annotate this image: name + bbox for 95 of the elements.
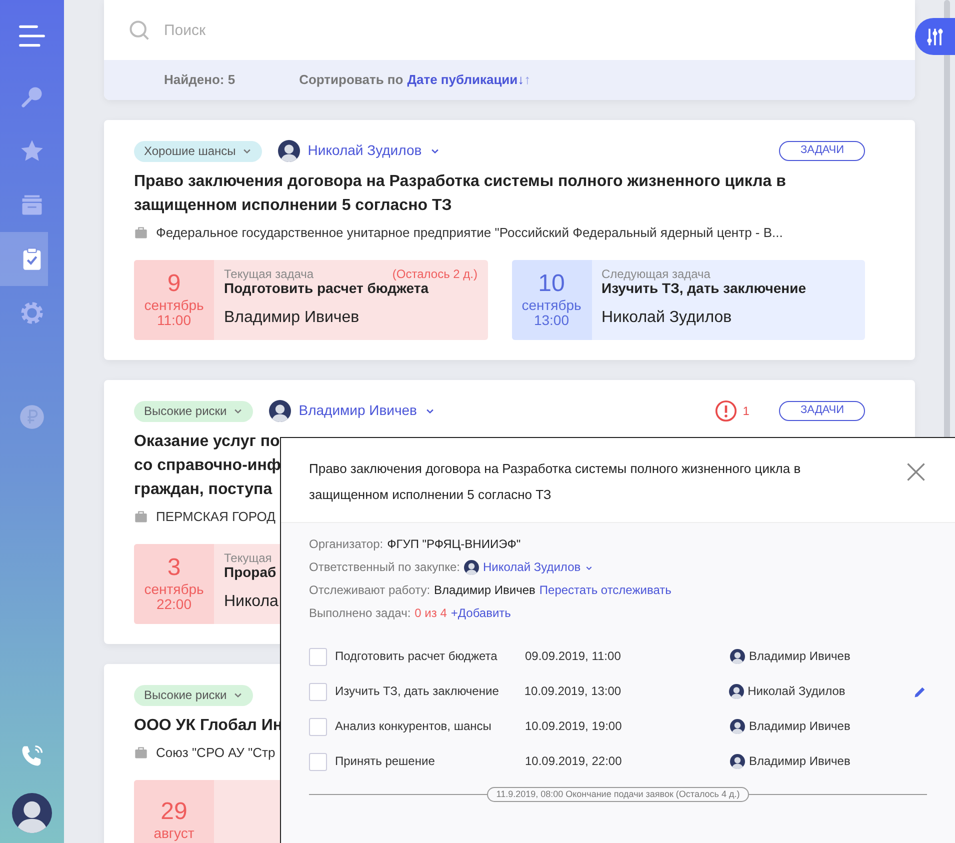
task-name: Изучить ТЗ, дать заключение	[335, 684, 500, 699]
task-assignee: Николай Зудилов	[748, 684, 846, 699]
task-assignee: Владимир Ивичев	[749, 719, 850, 734]
star-icon	[19, 138, 45, 164]
tasks-button[interactable]: ЗАДАЧИ	[779, 141, 865, 161]
task-panel[interactable]: 9 сентябрь 11:00 Текущая задача (Осталось 2 д.) Подготовить расчет бюджета Владимир Ивичев	[134, 260, 488, 340]
task-month: сентябрь	[144, 582, 204, 598]
task-row[interactable]: Изучить ТЗ, дать заключение 10.09.2019, 13:00 Николай Зудилов	[281, 674, 955, 709]
sidebar-item[interactable]	[0, 232, 48, 286]
task-month: август	[154, 826, 194, 841]
task-day: 9	[167, 271, 181, 298]
task-day: 10	[538, 271, 565, 298]
avatar-icon	[730, 719, 745, 734]
filter-button[interactable]	[915, 18, 955, 55]
task-checkbox[interactable]	[309, 648, 327, 666]
owner-dropdown[interactable]: Николай Зудилов	[278, 140, 440, 162]
responsible-dropdown[interactable]: Николай Зудилов	[464, 560, 593, 575]
tender-title: со справочно-инф	[134, 456, 281, 476]
task-caption: Следующая задача	[602, 268, 710, 280]
avatar-icon	[730, 754, 745, 769]
avatar-icon	[730, 649, 745, 664]
organization-name: Федеральное государственное унитарное предприятие "Российский Федеральный ядерный центр - В...	[156, 224, 783, 242]
watchers-label: Отслеживают работу:	[309, 583, 430, 598]
briefcase-icon	[134, 510, 148, 524]
task-name: Прораб	[224, 564, 276, 582]
found-count: Найдено: 5	[164, 72, 236, 88]
task-name: Принять решение	[335, 754, 436, 769]
responsible-label: Ответственный по закупке:	[309, 560, 460, 575]
sort-label: Сортировать по	[299, 72, 404, 88]
alert-icon	[714, 400, 737, 422]
task-assignee: Владимир Ивичев	[749, 754, 850, 769]
dialog-title: Право заключения договора на Разработка системы полного жизненного цикла в защищенном исполнении 5 согласно ТЗ	[309, 460, 802, 504]
edit-icon[interactable]	[913, 684, 927, 698]
status-dropdown[interactable]: Высокие риски	[134, 684, 253, 706]
task-assignee: Николай Зудилов	[602, 308, 732, 328]
settings-icon	[19, 300, 45, 326]
task-day: 29	[160, 799, 188, 826]
search-field[interactable]: Поиск	[114, 10, 905, 50]
tasks-button[interactable]: ЗАДАЧИ	[779, 401, 865, 421]
task-date: 10.09.2019, 13:00	[524, 684, 622, 699]
task-name: Подготовить расчет бюджета	[335, 649, 498, 664]
avatar-icon	[278, 140, 300, 162]
task-caption: Текущая задача	[224, 268, 314, 280]
task-day: 3	[167, 555, 181, 582]
search-panel[interactable]: Поиск Найдено: 5 Сортировать по Дате публикации↓↑	[104, 0, 915, 100]
status-dropdown[interactable]: Хорошие шансы	[134, 140, 262, 162]
task-name: Изучить ТЗ, дать заключение	[602, 280, 806, 298]
task-row[interactable]: Анализ конкурентов, шансы 10.09.2019, 19:00 Владимир Ивичев	[281, 709, 955, 744]
done-count: 0 из 4	[414, 606, 447, 621]
tender-title: Оказание услуг по	[134, 432, 280, 452]
avatar-icon	[728, 684, 744, 699]
task-caption: Текущая	[224, 552, 272, 564]
task-row[interactable]: Подготовить расчет бюджета 09.09.2019, 11:00 Владимир Ивичев	[281, 639, 955, 674]
avatar-icon	[464, 560, 479, 575]
avatar-icon[interactable]	[12, 793, 52, 833]
task-date: 10.09.2019, 19:00	[525, 719, 623, 734]
status-dropdown[interactable]: Высокие риски	[134, 400, 253, 422]
task-checkbox[interactable]	[309, 752, 327, 770]
organization-name: Союз "СРО АУ "Стр	[156, 744, 276, 762]
task-assignee: Владимир Ивичев	[749, 649, 850, 664]
task-name: Анализ конкурентов, шансы	[335, 719, 492, 734]
organizer-name: ФГУП "РФЯЦ-ВНИИЭФ"	[387, 537, 521, 552]
close-icon	[905, 460, 927, 483]
task-time: 13:00	[534, 313, 570, 329]
tender-title: граждан, поступа	[134, 480, 272, 500]
add-task-link[interactable]: +Добавить	[450, 606, 511, 621]
task-panel[interactable]: 10 сентябрь 13:00 Следующая задача Изучить ТЗ, дать заключение Николай Зудилов	[512, 260, 865, 340]
deadline-marker: 11.9.2019, 08:00 Окончание подачи заявок (Осталось 4 д.)	[487, 787, 749, 802]
task-month: сентябрь	[522, 298, 582, 314]
remaining-time: (Осталось 2 д.)	[392, 268, 478, 280]
task-checkbox[interactable]	[309, 718, 327, 736]
done-label: Выполнено задач:	[309, 606, 411, 621]
task-row[interactable]: Принять решение 10.09.2019, 22:00 Владимир Ивичев	[281, 744, 955, 779]
task-assignee: Владимир Ивичев	[224, 308, 360, 328]
watcher-name: Владимир Ивичев	[434, 583, 536, 598]
briefcase-icon	[134, 226, 148, 240]
organization-name: ПЕРМСКАЯ ГОРОД	[156, 508, 276, 526]
search-icon	[128, 19, 150, 41]
task-time: 11:00	[157, 313, 191, 329]
unwatch-link[interactable]: Перестать отслеживать	[539, 583, 672, 598]
avatar-icon	[268, 400, 291, 422]
organizer-label: Организатор:	[309, 537, 384, 552]
task-checkbox[interactable]	[309, 682, 327, 700]
task-date: 09.09.2019, 11:00	[525, 649, 622, 664]
ruble-icon	[19, 404, 45, 430]
sort-link[interactable]: Дате публикации↓	[407, 72, 524, 88]
alert-count: 1	[742, 404, 750, 418]
owner-dropdown[interactable]: Владимир Ивичев	[268, 400, 435, 422]
task-name: Подготовить расчет бюджета	[224, 280, 428, 298]
task-assignee: Никола	[224, 592, 278, 612]
briefcase-icon	[134, 746, 148, 760]
task-month: сентябрь	[144, 298, 204, 314]
tender-title: Право заключения договора на Разработка системы полного жизненного цикла в защищенном исполнении 5 согласно ТЗ	[134, 172, 787, 216]
task-time: 22:00	[156, 597, 192, 613]
task-date: 10.09.2019, 22:00	[525, 754, 623, 769]
